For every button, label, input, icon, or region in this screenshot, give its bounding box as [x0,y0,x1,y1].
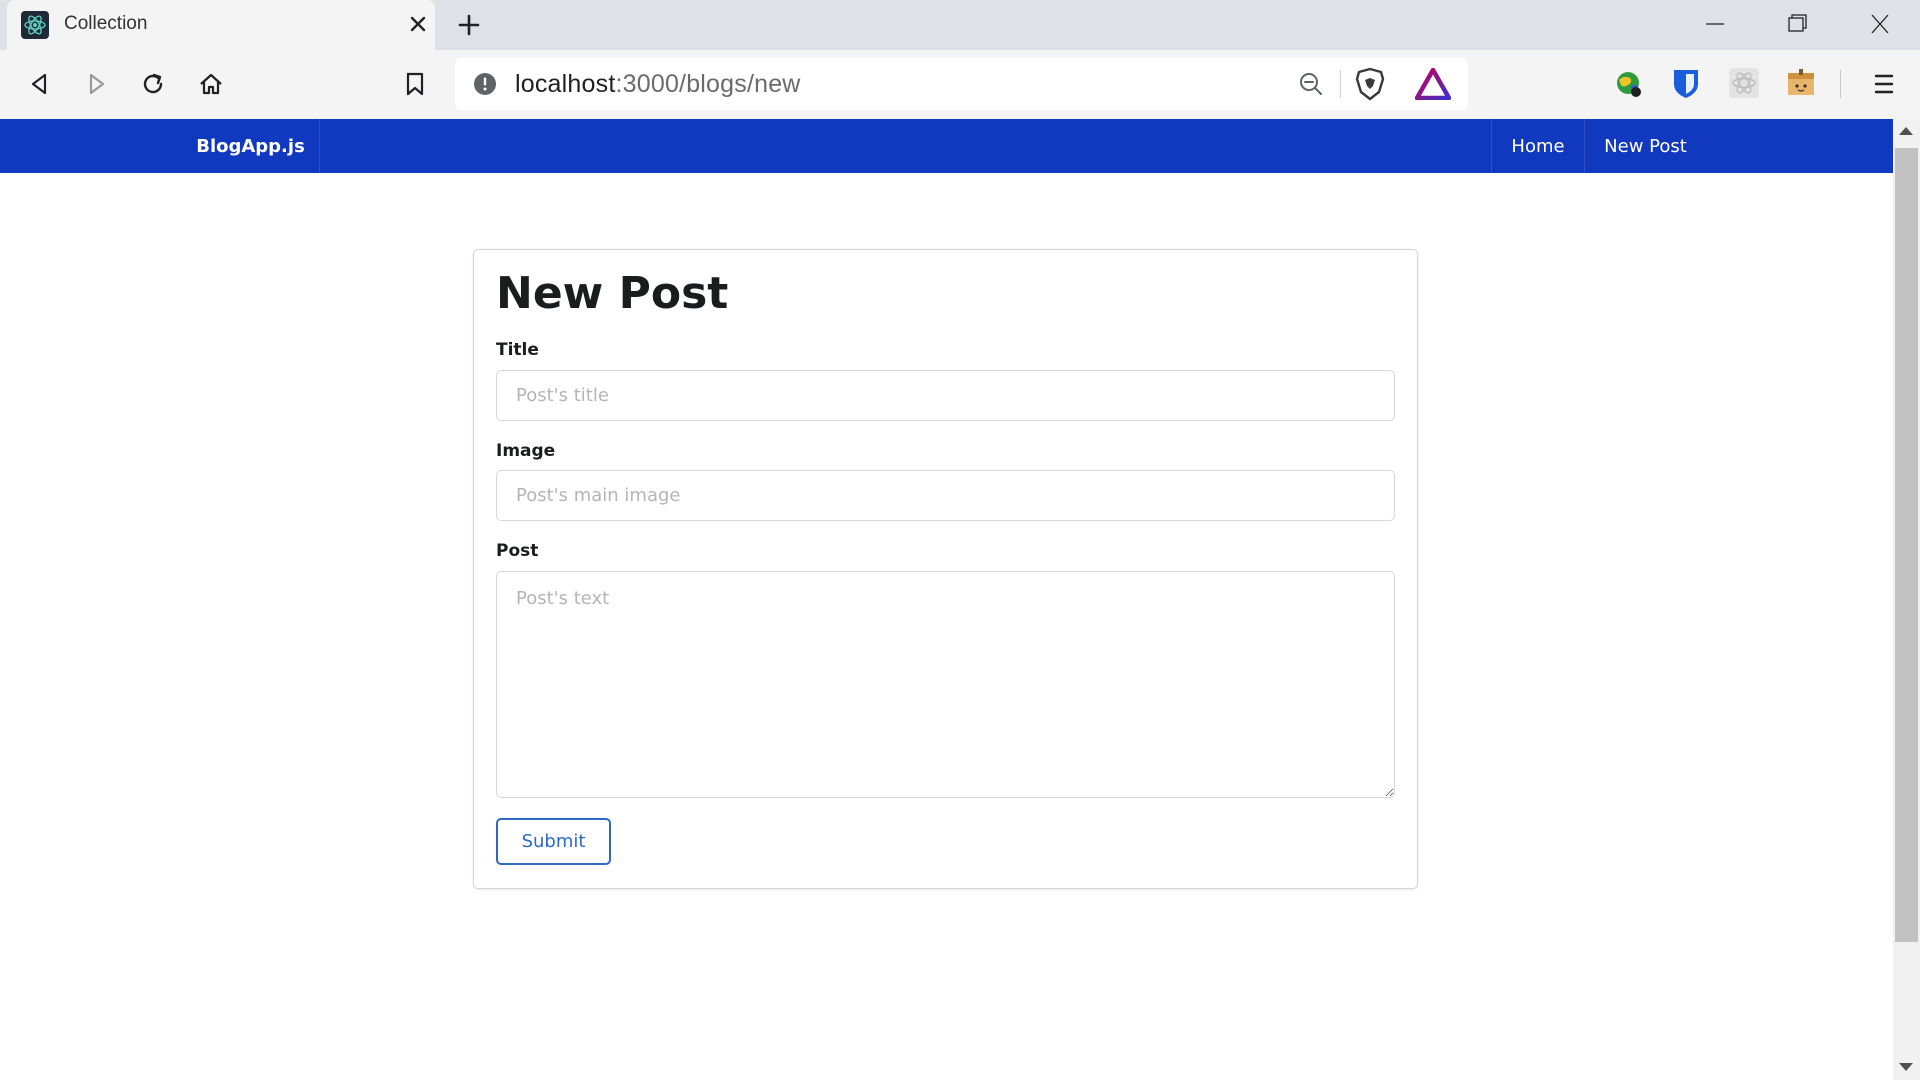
vertical-scrollbar[interactable] [1893,119,1920,1080]
hamburger-menu-icon[interactable] [1866,66,1902,102]
scroll-down-arrow-icon[interactable] [1899,1063,1913,1071]
image-label: Image [496,441,556,461]
bookmark-icon[interactable] [397,66,433,102]
scroll-up-arrow-icon[interactable] [1899,127,1913,135]
page-viewport: BlogApp.js Home New Post New Post Title … [0,119,1893,1080]
box-extension-icon[interactable] [1784,66,1818,100]
title-input[interactable] [496,370,1395,421]
close-icon[interactable] [403,9,433,39]
post-label: Post [496,541,539,561]
bitwarden-icon[interactable] [1669,66,1703,100]
scrollbar-thumb[interactable] [1895,148,1918,942]
url-host: localhost [515,70,616,98]
post-textarea[interactable] [496,571,1395,798]
brave-rewards-icon[interactable] [1414,67,1452,101]
forward-arrow-icon[interactable] [78,66,114,102]
url-path: :3000/blogs/new [615,70,801,98]
title-label: Title [496,340,539,360]
zoom-out-icon[interactable] [1297,70,1325,98]
omnibox-divider [1340,70,1341,98]
address-bar[interactable]: localhost:3000/blogs/new [455,58,1468,110]
url-text[interactable]: localhost:3000/blogs/new [515,70,801,99]
reload-icon[interactable] [135,66,171,102]
new-post-form-card: New Post Title Image Post Submit [473,249,1418,889]
submit-button[interactable]: Submit [496,818,611,865]
react-icon [21,11,49,39]
site-navbar: BlogApp.js Home New Post [0,119,1893,173]
minimize-icon[interactable] [1695,6,1735,42]
info-icon[interactable] [473,72,497,96]
restore-icon[interactable] [1777,6,1817,42]
tab-strip: Collection [0,0,1920,50]
react-devtools-icon[interactable] [1727,66,1761,100]
image-input[interactable] [496,470,1395,521]
toolbar-divider [1840,70,1841,98]
window-close-icon[interactable] [1860,6,1900,42]
nav-home-link[interactable]: Home [1491,119,1584,173]
brave-shield-icon[interactable] [1354,67,1386,101]
brand-link[interactable]: BlogApp.js [182,119,320,173]
page-title: New Post [496,268,729,319]
globe-extension-icon[interactable] [1611,66,1645,100]
home-icon[interactable] [193,66,229,102]
tab-title: Collection [64,13,148,34]
back-arrow-icon[interactable] [22,66,58,102]
tab-collection[interactable]: Collection [7,0,435,50]
plus-icon[interactable] [453,9,485,41]
nav-new-post-link[interactable]: New Post [1584,119,1706,173]
